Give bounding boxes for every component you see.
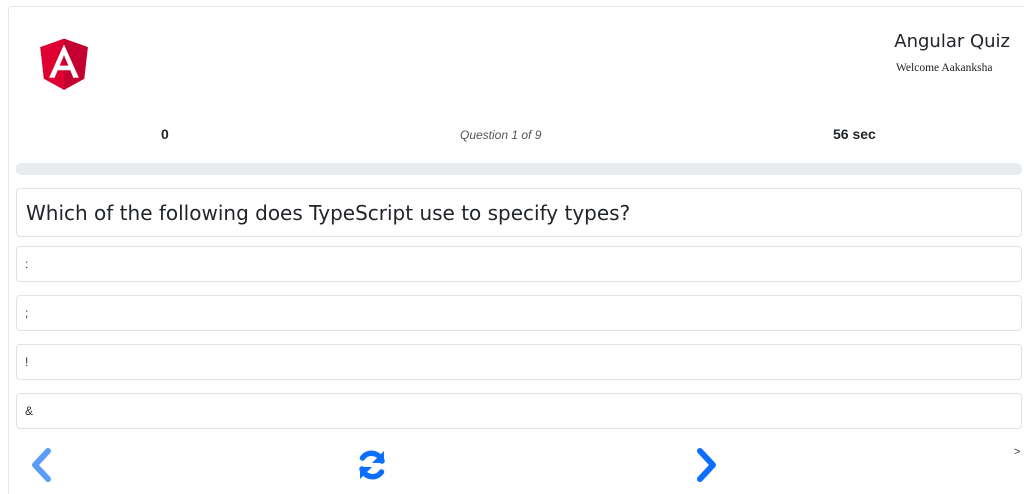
option-2[interactable]: ; — [16, 295, 1022, 331]
option-1[interactable]: : — [16, 246, 1022, 282]
quiz-page: Angular Quiz Welcome Aakanksha 0 Questio… — [0, 0, 1024, 494]
question-counter: Question 1 of 9 — [460, 128, 542, 142]
chevron-right-icon — [697, 448, 716, 482]
option-3[interactable]: ! — [16, 344, 1022, 380]
chevron-left-icon — [32, 448, 51, 482]
small-next-link[interactable]: > — [1014, 446, 1020, 458]
progress-bar — [16, 163, 1022, 175]
welcome-message: Welcome Aakanksha — [896, 62, 993, 74]
previous-button[interactable] — [24, 446, 60, 484]
option-4[interactable]: & — [16, 393, 1022, 429]
next-button[interactable] — [688, 446, 724, 484]
angular-logo — [40, 38, 88, 90]
restart-button[interactable] — [354, 446, 390, 484]
refresh-icon — [359, 450, 385, 480]
timer-value: 56 sec — [833, 126, 876, 142]
app-title: Angular Quiz — [894, 31, 1010, 52]
score-value: 0 — [161, 126, 169, 142]
question-card: Which of the following does TypeScript u… — [16, 188, 1022, 237]
question-text: Which of the following does TypeScript u… — [26, 200, 631, 225]
